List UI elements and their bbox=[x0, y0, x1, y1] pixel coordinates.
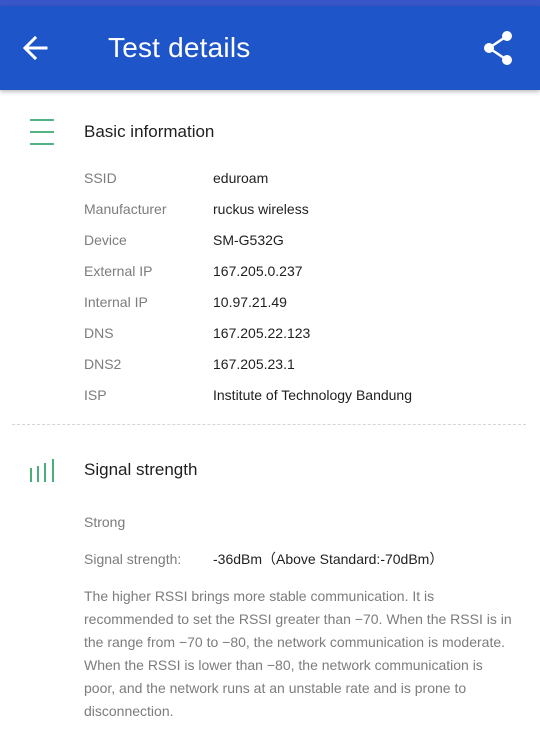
isp-value: Institute of Technology Bandung bbox=[213, 387, 413, 403]
internal-ip-value: 10.97.21.49 bbox=[213, 294, 287, 310]
signal-strength-value: -36dBm（Above Standard:-70dBm） bbox=[213, 551, 444, 567]
device-value: SM-G532G bbox=[213, 232, 284, 248]
share-button[interactable] bbox=[478, 28, 518, 68]
signal-bars-icon bbox=[30, 459, 54, 482]
isp-label: ISP bbox=[84, 387, 107, 403]
signal-level: Strong bbox=[84, 514, 126, 530]
app-bar: Test details bbox=[0, 6, 540, 90]
manufacturer-label: Manufacturer bbox=[84, 201, 167, 217]
share-icon bbox=[484, 31, 512, 65]
dns2-value: 167.205.23.1 bbox=[213, 356, 295, 372]
page-title: Test details bbox=[108, 32, 251, 63]
external-ip-label: External IP bbox=[84, 263, 153, 279]
section-divider bbox=[12, 424, 526, 425]
manufacturer-value: ruckus wireless bbox=[213, 201, 309, 217]
arrow-back-icon bbox=[22, 35, 48, 61]
external-ip-value: 167.205.0.237 bbox=[213, 263, 303, 279]
signal-description: The higher RSSI brings more stable commu… bbox=[84, 588, 512, 719]
internal-ip-label: Internal IP bbox=[84, 294, 148, 310]
ssid-value: eduroam bbox=[213, 170, 269, 186]
basic-info-title: Basic information bbox=[84, 122, 215, 141]
ssid-label: SSID bbox=[84, 170, 117, 186]
back-button[interactable] bbox=[16, 29, 54, 67]
signal-strength-title: Signal strength bbox=[84, 460, 198, 479]
dns-label: DNS bbox=[84, 325, 114, 341]
dns-value: 167.205.22.123 bbox=[213, 325, 311, 341]
dns2-label: DNS2 bbox=[84, 356, 122, 372]
signal-strength-label: Signal strength: bbox=[84, 551, 182, 567]
menu-lines-icon bbox=[30, 119, 54, 145]
device-label: Device bbox=[84, 232, 127, 248]
